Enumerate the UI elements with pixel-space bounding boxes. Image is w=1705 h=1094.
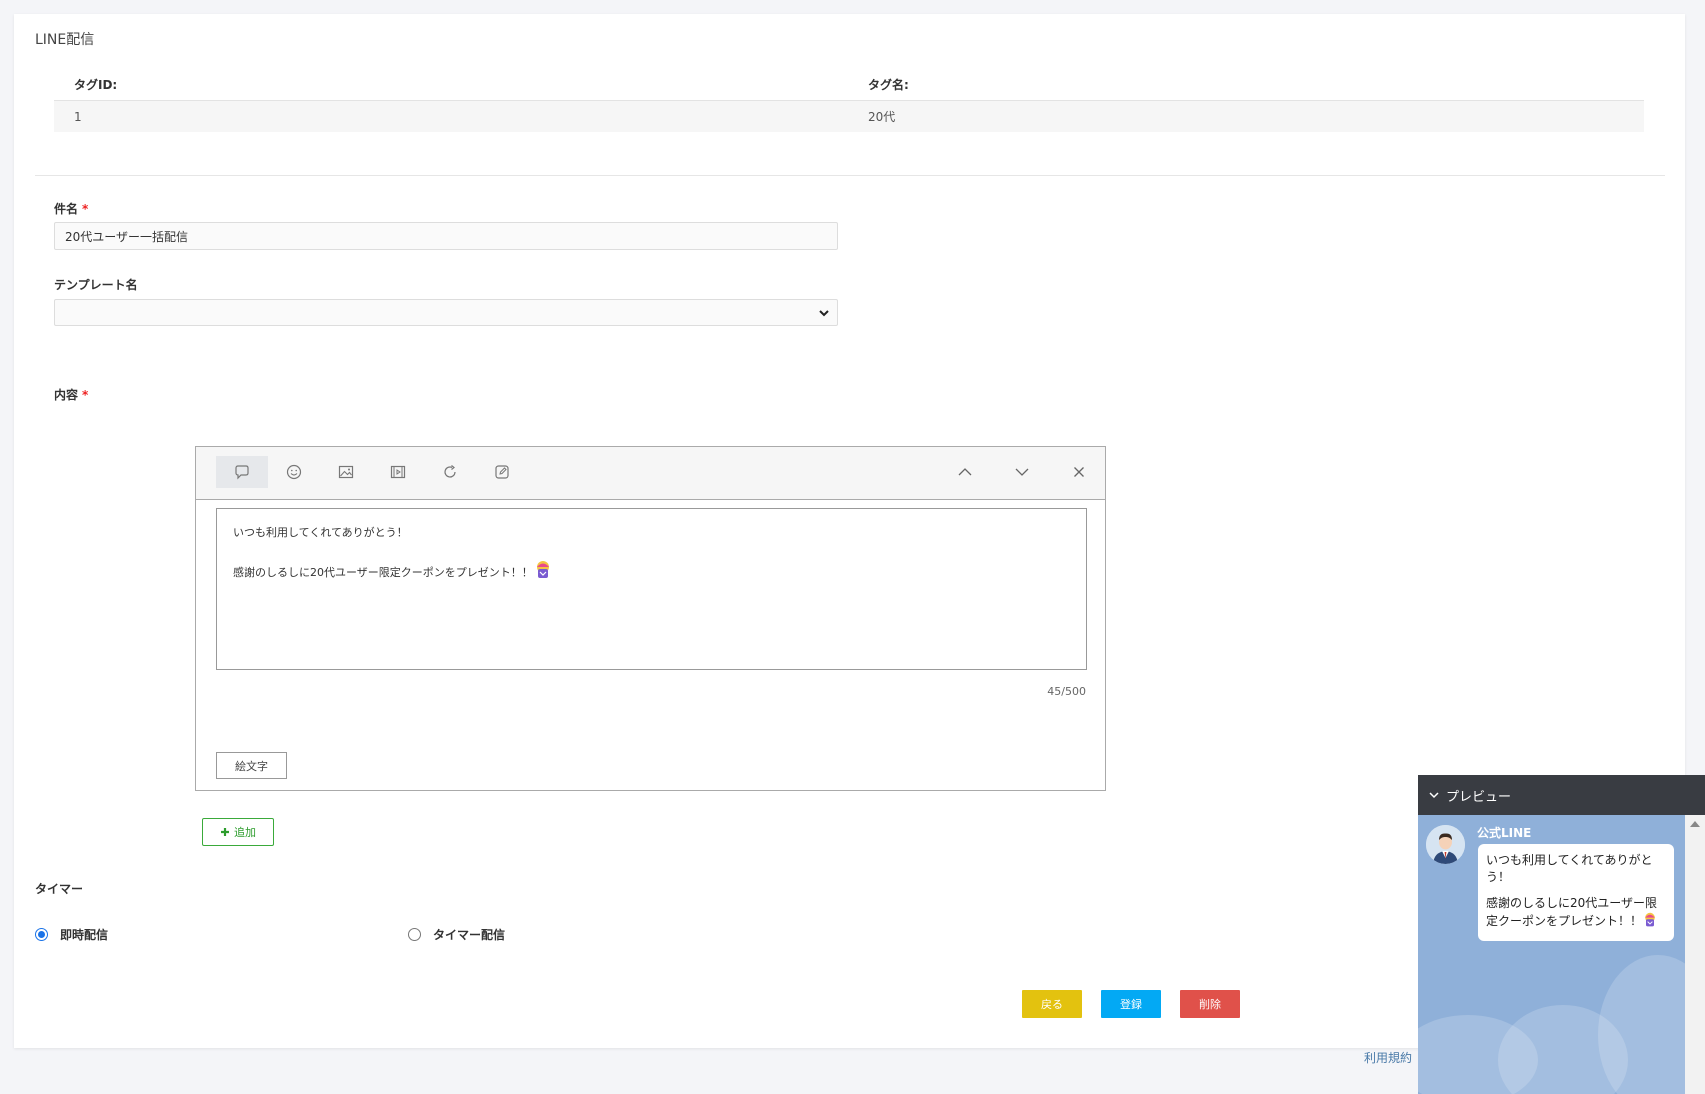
preview-chat: 公式LINE いつも利用してくれてありがとう！ 感謝のしるしに20代ユーザー限定… [1418,815,1685,1094]
preview-title: プレビュー [1446,789,1512,805]
radio-button[interactable] [408,928,421,941]
subject-label: 件名 * [54,202,89,216]
required-mark: * [82,388,89,402]
tag-table-header: タグID: タグ名: [54,69,1644,101]
bubble-line: 感謝のしるしに20代ユーザー限定クーポンをプレゼント！！ [1486,895,1658,929]
radio-label: 即時配信 [60,928,109,942]
preview-panel: プレビュー 公式LINE いつも利用してくれてありがとう！ 感謝のしるしに20代… [1418,775,1705,1094]
cloud-decoration [1598,955,1685,1094]
editor-toolbar [196,447,1105,500]
close-icon [1074,467,1084,477]
text-message-tab[interactable] [216,456,268,488]
smiley-icon [286,464,302,480]
radio-timer[interactable]: タイマー配信 [408,926,505,943]
image-icon [338,465,354,479]
avatar [1426,825,1465,864]
template-select[interactable] [54,299,838,326]
message-line: いつも利用してくれてありがとう！ [233,526,408,539]
required-mark: * [82,202,89,216]
plus-icon [221,828,229,836]
message-line: 感謝のしるしに20代ユーザー限定クーポンをプレゼント！！ [233,565,533,579]
refresh-icon [444,465,456,478]
add-message-button[interactable]: 追加 [202,818,274,846]
businessman-avatar-icon [1426,825,1465,864]
video-icon [390,465,406,479]
radio-immediate[interactable]: 即時配信 [35,926,108,943]
chevron-up-icon [958,468,972,476]
divider [35,175,1665,176]
radio-label: タイマー配信 [433,928,506,942]
chevron-down-icon [819,310,829,317]
bubble-line: いつも利用してくれてありがとう！ [1486,853,1653,885]
tag-id-header: タグID: [74,78,118,92]
preview-header[interactable]: プレビュー [1418,775,1705,815]
card-message-tab[interactable] [476,456,528,488]
message-textarea[interactable]: いつも利用してくれてありがとう！ 感謝のしるしに20代ユーザー限定クーポンをプレ… [216,508,1087,670]
speech-bubble-icon [235,465,249,480]
tag-name-header: タグ名: [868,78,909,92]
radio-button[interactable] [35,928,48,941]
chevron-down-icon [1429,792,1439,799]
tag-table: タグID: タグ名: 1 20代 [54,69,1644,132]
emoji-sticker-icon [536,560,549,578]
sender-name: 公式LINE [1477,826,1532,840]
character-counter: 45/500 [1047,685,1086,698]
message-bubble: いつも利用してくれてありがとう！ 感謝のしるしに20代ユーザー限定クーポンをプレ… [1478,844,1674,941]
register-button[interactable]: 登録 [1101,990,1161,1018]
back-button[interactable]: 戻る [1022,990,1082,1018]
move-down-button[interactable] [996,456,1048,488]
sticker-tab[interactable] [268,456,320,488]
terms-link[interactable]: 利用規約 [1364,1049,1412,1066]
edit-icon [495,465,509,479]
move-up-button[interactable] [939,456,991,488]
content-label: 内容 * [54,388,89,402]
tag-id-cell: 1 [74,109,82,124]
add-message-label: 追加 [234,826,256,839]
delete-button[interactable]: 削除 [1180,990,1240,1018]
table-row: 1 20代 [54,101,1644,132]
scroll-up-icon[interactable] [1690,821,1700,827]
page-title: LINE配信 [35,32,95,48]
chevron-down-icon [1015,468,1029,476]
emoji-button[interactable]: 絵文字 [216,752,287,779]
remove-message-button[interactable] [1053,456,1105,488]
rich-message-tab[interactable] [424,456,476,488]
emoji-sticker-icon [1645,912,1655,927]
message-editor: いつも利用してくれてありがとう！ 感謝のしるしに20代ユーザー限定クーポンをプレ… [195,446,1106,791]
subject-input[interactable]: 20代ユーザー一括配信 [54,222,838,250]
video-tab[interactable] [372,456,424,488]
preview-scrollbar[interactable] [1685,815,1705,1094]
image-tab[interactable] [320,456,372,488]
tag-name-cell: 20代 [868,110,896,124]
template-label: テンプレート名 [54,278,138,292]
timer-title: タイマー [35,882,84,896]
